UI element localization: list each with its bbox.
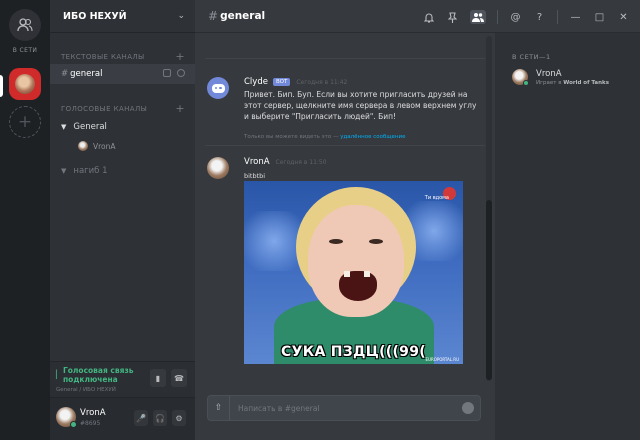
voice-status[interactable]: Голосовая связь подключена bbox=[63, 366, 143, 384]
chevron-down-icon: ⌄ bbox=[177, 11, 185, 21]
voice-connection-panel: ▏ Голосовая связь подключена General / И… bbox=[50, 361, 195, 397]
server-rail: В СЕТИ + bbox=[0, 0, 50, 440]
channel-name: general bbox=[70, 69, 103, 79]
voice-channel-name: General bbox=[73, 122, 107, 132]
hash-icon: # bbox=[208, 9, 219, 23]
channel-title: general bbox=[220, 10, 266, 22]
ephemeral-note-text: Только вы можете видеть это — bbox=[244, 134, 341, 140]
category-label: ТЕКСТОВЫЕ КАНАЛЫ bbox=[61, 52, 145, 61]
clyde-bot-icon[interactable] bbox=[207, 77, 229, 99]
chat-area: # general @ ? — □ ✕ Clyde BOT Сегодня в … bbox=[195, 0, 640, 440]
delete-message-link[interactable]: удалённое сообщение bbox=[340, 134, 405, 140]
server-name: ИБО НЕХУЙ bbox=[63, 10, 127, 22]
plus-icon: + bbox=[17, 112, 33, 132]
message-timestamp: Сегодня в 11:50 bbox=[275, 158, 327, 166]
bot-badge: BOT bbox=[272, 78, 291, 86]
text-channels-category[interactable]: ТЕКСТОВЫЕ КАНАЛЫ + bbox=[50, 50, 195, 63]
mention-icon[interactable]: @ bbox=[509, 11, 522, 24]
bell-icon[interactable] bbox=[422, 11, 435, 24]
member-activity: Играет в World of Tanks bbox=[536, 80, 609, 86]
activity-game: World of Tanks bbox=[563, 80, 609, 86]
scrollbar-thumb[interactable] bbox=[486, 200, 492, 380]
voice-channel-general[interactable]: ▼ General bbox=[61, 122, 107, 132]
headphones-icon[interactable]: 🎧 bbox=[153, 410, 167, 426]
add-channel-icon[interactable]: + bbox=[175, 102, 185, 115]
upload-icon[interactable]: ⇧ bbox=[208, 396, 230, 420]
username: VronA bbox=[80, 408, 106, 418]
divider bbox=[205, 58, 485, 59]
hash-icon: # bbox=[61, 69, 69, 79]
maximize-icon[interactable]: □ bbox=[593, 11, 606, 24]
message-image-attachment[interactable]: Ти вдома СУКА ПЗДЦ(((99( EUROPORTAL.RU bbox=[244, 181, 463, 364]
close-icon[interactable]: ✕ bbox=[617, 11, 630, 24]
category-label: ГОЛОСОВЫЕ КАНАЛЫ bbox=[61, 104, 148, 113]
chevron-down-icon: ▼ bbox=[61, 123, 67, 131]
message-input[interactable]: Написать в #general bbox=[238, 404, 320, 413]
signal-icon: ▏ bbox=[56, 370, 63, 379]
minimize-icon[interactable]: — bbox=[569, 11, 582, 24]
divider bbox=[557, 10, 558, 24]
message-author[interactable]: VronA bbox=[244, 157, 270, 167]
avatar bbox=[78, 141, 88, 151]
server-icon-ibo[interactable] bbox=[9, 68, 41, 100]
online-count-label: В СЕТИ bbox=[12, 47, 38, 54]
message-text: bitbtbi bbox=[244, 172, 266, 180]
help-icon[interactable]: ? bbox=[533, 11, 546, 24]
microphone-icon[interactable]: 🎤 bbox=[134, 410, 148, 426]
activity-prefix: Играет в bbox=[536, 80, 564, 86]
image-watermark: EUROPORTAL.RU bbox=[425, 357, 459, 362]
pin-icon[interactable] bbox=[446, 11, 459, 24]
chevron-down-icon: ▼ bbox=[61, 167, 67, 175]
message-composer[interactable]: ⇧ Написать в #general bbox=[207, 395, 481, 421]
gear-icon[interactable] bbox=[177, 69, 185, 77]
voice-channel-name: нагиб 1 bbox=[73, 166, 108, 176]
disconnect-icon[interactable]: ☎ bbox=[171, 369, 187, 387]
member-name[interactable]: VronA bbox=[536, 69, 562, 79]
ephemeral-note: Только вы можете видеть это — удалённое … bbox=[244, 134, 406, 140]
add-channel-icon[interactable]: + bbox=[175, 50, 185, 63]
channel-general[interactable]: # general bbox=[50, 64, 195, 84]
avatar[interactable] bbox=[207, 157, 229, 179]
invite-icon[interactable] bbox=[163, 69, 171, 77]
tv-logo-text: Ти вдома bbox=[424, 195, 449, 201]
add-server-button[interactable]: + bbox=[9, 106, 41, 138]
channel-sidebar: ИБО НЕХУЙ ⌄ ТЕКСТОВЫЕ КАНАЛЫ + # general… bbox=[50, 0, 195, 440]
server-header[interactable]: ИБО НЕХУЙ ⌄ bbox=[50, 0, 195, 33]
voice-user-name: VronA bbox=[93, 141, 116, 151]
message-author[interactable]: Clyde bbox=[244, 77, 268, 87]
divider bbox=[205, 145, 485, 146]
members-icon[interactable] bbox=[470, 10, 486, 24]
screenshare-icon[interactable]: ▮ bbox=[150, 369, 166, 387]
voice-user[interactable]: VronA bbox=[78, 141, 116, 151]
voice-channels-category[interactable]: ГОЛОСОВЫЕ КАНАЛЫ + bbox=[50, 102, 195, 115]
emoji-icon[interactable] bbox=[462, 402, 474, 414]
voice-location: General / ИБО НЕХУЙ bbox=[56, 387, 116, 393]
voice-channel-nagib[interactable]: ▼ нагиб 1 bbox=[61, 166, 108, 176]
message-text: Привет. Бип. Буп. Если вы хотите приглас… bbox=[244, 90, 477, 121]
chat-header: # general @ ? — □ ✕ bbox=[195, 0, 640, 33]
user-panel: VronA #8695 🎤 🎧 ⚙ bbox=[50, 397, 195, 440]
members-category: В СЕТИ—1 bbox=[512, 53, 551, 61]
active-server-indicator bbox=[0, 75, 3, 97]
gear-icon[interactable]: ⚙ bbox=[172, 410, 186, 426]
member-list: В СЕТИ—1 VronA Играет в World of Tanks bbox=[495, 33, 640, 440]
divider bbox=[497, 10, 498, 24]
user-tag: #8695 bbox=[80, 420, 101, 427]
status-online-icon bbox=[523, 80, 529, 86]
status-online-icon bbox=[70, 421, 77, 428]
message-timestamp: Сегодня в 11:42 bbox=[296, 78, 348, 86]
friends-icon[interactable] bbox=[9, 9, 41, 41]
